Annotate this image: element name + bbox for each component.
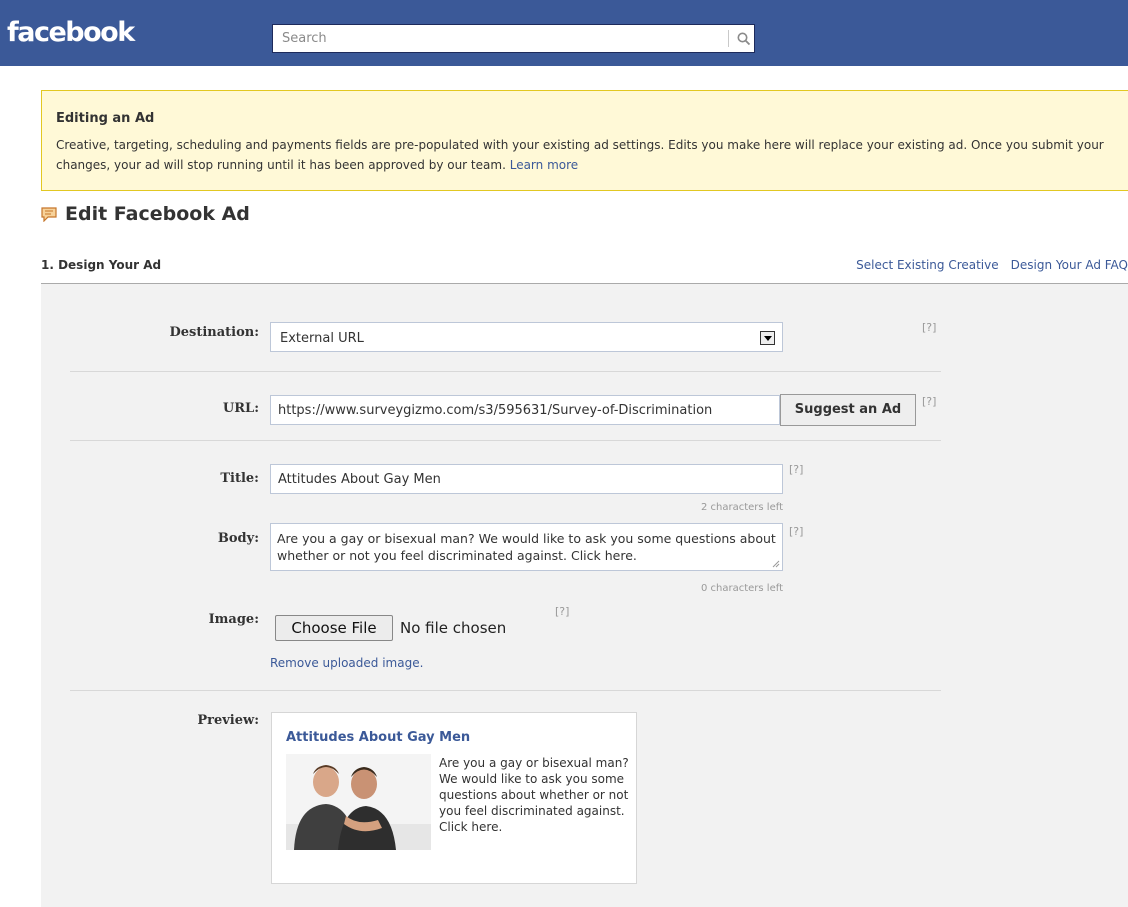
resize-grip-icon[interactable] [772, 560, 780, 568]
destination-help[interactable]: [?] [922, 321, 936, 334]
notice-text: Creative, targeting, scheduling and paym… [56, 135, 1122, 175]
learn-more-link[interactable]: Learn more [510, 158, 578, 172]
choose-file-button[interactable]: Choose File [275, 615, 393, 641]
body-text: Are you a gay or bisexual man? We would … [277, 531, 776, 563]
search-separator [728, 30, 729, 47]
body-label: Body: [217, 531, 259, 546]
image-help[interactable]: [?] [555, 605, 569, 618]
preview-label: Preview: [197, 713, 259, 728]
notice-body: Creative, targeting, scheduling and paym… [56, 138, 1104, 172]
top-bar: facebook [0, 0, 1128, 66]
remove-image-link[interactable]: Remove uploaded image. [270, 656, 423, 670]
url-label: URL: [222, 401, 259, 416]
file-status: No file chosen [400, 619, 507, 637]
suggest-ad-button[interactable]: Suggest an Ad [780, 394, 916, 426]
ad-icon [41, 207, 57, 222]
url-help[interactable]: [?] [922, 395, 936, 408]
image-label: Image: [208, 612, 259, 627]
notice-title: Editing an Ad [56, 111, 155, 126]
destination-label: Destination: [169, 325, 259, 340]
title-input[interactable] [278, 465, 775, 493]
url-field[interactable] [270, 395, 780, 425]
title-field[interactable] [270, 464, 783, 494]
section-heading: 1. Design Your Ad [41, 258, 162, 272]
destination-select[interactable]: External URL [270, 322, 783, 352]
body-textarea[interactable]: Are you a gay or bisexual man? We would … [270, 523, 783, 571]
url-input[interactable] [278, 396, 772, 424]
search-input[interactable] [273, 25, 728, 52]
title-char-count: 2 characters left [700, 502, 783, 513]
divider [70, 440, 941, 441]
ad-image [286, 754, 431, 850]
editing-notice: Editing an Ad Creative, targeting, sched… [41, 90, 1128, 191]
design-ad-faq-link[interactable]: Design Your Ad FAQ [1011, 258, 1128, 272]
body-char-count: 0 characters left [700, 583, 783, 594]
title-help[interactable]: [?] [789, 463, 803, 476]
destination-value: External URL [280, 331, 364, 346]
divider [70, 690, 941, 691]
select-existing-creative-link[interactable]: Select Existing Creative [856, 258, 999, 272]
body-help[interactable]: [?] [789, 525, 803, 538]
ad-preview: Attitudes About Gay Men Are you a gay or… [271, 712, 637, 884]
search-box[interactable] [272, 24, 755, 53]
page-title-text: Edit Facebook Ad [65, 203, 250, 225]
search-icon[interactable] [736, 31, 752, 47]
dropdown-arrow-icon[interactable] [760, 331, 775, 345]
preview-body: Are you a gay or bisexual man? We would … [439, 756, 629, 834]
section-links: Select Existing Creative Design Your Ad F… [844, 258, 1128, 272]
title-label: Title: [220, 471, 259, 486]
page-title: Edit Facebook Ad [41, 203, 250, 225]
facebook-logo[interactable]: facebook [7, 17, 135, 48]
preview-title[interactable]: Attitudes About Gay Men [286, 730, 470, 745]
divider [70, 371, 941, 372]
